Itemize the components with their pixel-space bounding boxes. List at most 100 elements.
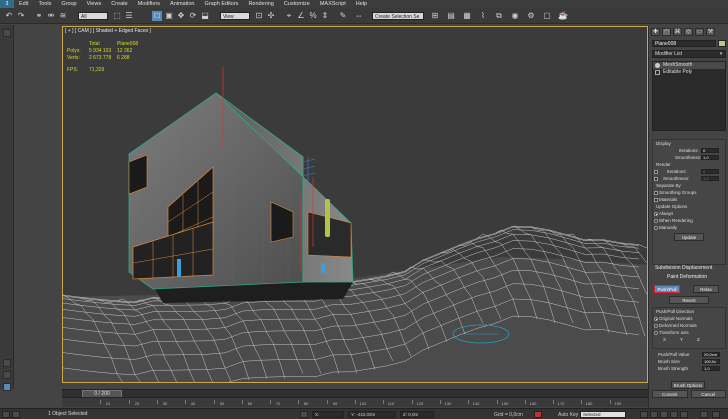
motion-tab-icon[interactable]: ◎	[684, 28, 693, 36]
rotate-icon[interactable]: ⟳	[188, 11, 198, 21]
lock-selection-icon[interactable]	[300, 411, 308, 418]
orbit-icon[interactable]	[712, 411, 720, 418]
render-smoothness-spinner[interactable]: 1,0	[701, 176, 719, 181]
modifier-stack[interactable]: MeshSmooth Editable Poly	[652, 61, 726, 131]
pivot-center-icon[interactable]: ⊡	[254, 11, 264, 21]
maxscript-mini-icon[interactable]	[12, 411, 20, 418]
layer-manager-icon[interactable]: ▤	[446, 11, 456, 21]
update-manually-radio[interactable]	[654, 226, 658, 230]
layout-tab-active[interactable]	[3, 383, 11, 391]
app-logo-icon[interactable]: 3	[0, 0, 14, 8]
brush-strength-spinner[interactable]: 1,0	[702, 366, 720, 371]
align-icon[interactable]: ⊞	[430, 11, 440, 21]
menu-item-graph-editors[interactable]: Graph Editors	[200, 1, 244, 7]
cancel-button[interactable]: Cancel	[690, 390, 726, 398]
stack-item-editable-poly[interactable]: Editable Poly	[653, 69, 725, 76]
redo-icon[interactable]: ↷	[16, 11, 26, 21]
object-name-field[interactable]: Plane008	[652, 40, 716, 47]
play-icon[interactable]	[660, 411, 668, 418]
camera-viewport[interactable]: [ + ] [ CAM ] [ Shaded + Edged Faces ] T…	[62, 26, 648, 383]
scale-icon[interactable]: ⬓	[200, 11, 210, 21]
menu-item-edit[interactable]: Edit	[14, 1, 33, 7]
smoothing-groups-checkbox[interactable]	[654, 191, 658, 195]
create-tab-icon[interactable]: ✚	[651, 28, 660, 36]
move-icon[interactable]: ✥	[176, 11, 186, 21]
original-normals-row[interactable]: Original Normals	[653, 315, 725, 322]
smoothing-groups-row[interactable]: Smoothing Groups	[653, 189, 725, 196]
rendered-frame-icon[interactable]: ▢	[542, 11, 552, 21]
deformed-normals-row[interactable]: Deformed Normals	[653, 322, 725, 329]
deformed-normals-radio[interactable]	[654, 324, 658, 328]
x-coordinate-field[interactable]: X:	[312, 411, 344, 418]
y-coordinate-field[interactable]: Y: -442,03m	[348, 411, 396, 418]
named-selection-icon[interactable]: ✎	[338, 11, 348, 21]
display-smoothness-spinner[interactable]: 1,0	[701, 155, 719, 160]
materials-checkbox[interactable]	[654, 198, 658, 202]
object-color-swatch[interactable]	[718, 40, 726, 47]
key-filter-dropdown[interactable]: Selected	[580, 411, 626, 418]
render-production-icon[interactable]: ☕	[558, 11, 568, 21]
modifier-list-dropdown[interactable]: Modifier List ▾	[652, 50, 726, 58]
display-iterations-spinner[interactable]: 0	[701, 148, 719, 153]
stack-item-meshsmooth[interactable]: MeshSmooth	[653, 62, 725, 69]
layout-tab-3[interactable]	[3, 371, 11, 379]
layout-tab-1[interactable]	[3, 29, 11, 37]
axis-z-radio[interactable]: Z	[697, 336, 700, 343]
select-manipulate-icon[interactable]: ✣	[266, 11, 276, 21]
render-smoothness-checkbox[interactable]	[654, 177, 658, 181]
next-frame-icon[interactable]	[670, 411, 678, 418]
render-iterations-spinner[interactable]: 0	[701, 169, 719, 174]
expand-box-icon[interactable]	[655, 70, 660, 75]
transform-axis-row[interactable]: Transform axis	[653, 329, 725, 336]
track-bar[interactable]: 10 20 30 40 50 60 70 80 90 100 110 120 130 140 150 160 1…	[62, 397, 648, 407]
update-always-row[interactable]: Always	[653, 210, 725, 217]
spinner-snap-icon[interactable]: ⇕	[320, 11, 330, 21]
mirror-icon[interactable]: ⇔	[354, 11, 364, 21]
lightbulb-icon[interactable]	[655, 63, 660, 68]
goto-start-icon[interactable]	[640, 411, 648, 418]
reference-coordinate-dropdown[interactable]: View	[220, 12, 250, 20]
goto-end-icon[interactable]	[680, 411, 688, 418]
rect-selection-icon[interactable]: □	[152, 11, 162, 21]
render-setup-icon[interactable]: ⚙	[526, 11, 536, 21]
maxscript-listener-icon[interactable]	[2, 411, 10, 418]
subdivision-displacement-rollout-title[interactable]: Subdivision Displacement	[655, 265, 712, 271]
snap-toggle-icon[interactable]: ⌖	[284, 11, 294, 21]
utilities-tab-icon[interactable]: ⚒	[706, 28, 715, 36]
hierarchy-tab-icon[interactable]: ⌘	[673, 28, 682, 36]
update-manually-row[interactable]: Manually	[653, 224, 725, 231]
push-pull-button[interactable]: Push/Pull	[654, 285, 680, 293]
menu-item-animation[interactable]: Animation	[165, 1, 199, 7]
update-when-rendering-row[interactable]: When Rendering	[653, 217, 725, 224]
undo-icon[interactable]: ↶	[4, 11, 14, 21]
axis-y-radio[interactable]: Y	[680, 336, 683, 343]
transform-axis-radio[interactable]	[654, 331, 658, 335]
z-coordinate-field[interactable]: Z: 0,0m	[400, 411, 434, 418]
relax-button[interactable]: Relax	[693, 285, 719, 293]
viewport-label[interactable]: [ + ] [ CAM ] [ Shaded + Edged Faces ]	[65, 28, 151, 34]
push-pull-value-spinner[interactable]: 20,0cm	[702, 352, 720, 357]
menu-item-customize[interactable]: Customize	[279, 1, 315, 7]
window-crossing-icon[interactable]: ▣	[164, 11, 174, 21]
paint-deformation-rollout-title[interactable]: Paint Deformation	[667, 274, 707, 280]
menu-item-maxscript[interactable]: MAXScript	[315, 1, 351, 7]
revert-button[interactable]: Revert	[669, 296, 709, 304]
named-selection-set-dropdown[interactable]: Create Selection Se	[372, 12, 424, 20]
auto-key-label[interactable]: Auto Key	[558, 412, 578, 418]
menu-item-views[interactable]: Views	[82, 1, 107, 7]
material-editor-icon[interactable]: ◉	[510, 11, 520, 21]
menu-item-tools[interactable]: Tools	[33, 1, 56, 7]
brush-size-spinner[interactable]: 100,0c	[702, 359, 720, 364]
time-slider[interactable]: 0 / 200	[62, 389, 648, 398]
curve-editor-icon[interactable]: ⌇	[478, 11, 488, 21]
percent-snap-icon[interactable]: %	[308, 11, 318, 21]
angle-snap-icon[interactable]: ∠	[296, 11, 306, 21]
layout-tab-2[interactable]	[3, 359, 11, 367]
materials-row[interactable]: Materials	[653, 196, 725, 203]
zoom-extents-icon[interactable]	[700, 411, 708, 418]
prev-frame-icon[interactable]	[650, 411, 658, 418]
menu-item-create[interactable]: Create	[106, 1, 133, 7]
selection-filter-dropdown[interactable]: All	[78, 12, 108, 20]
update-always-radio[interactable]	[654, 212, 658, 216]
menu-item-group[interactable]: Group	[56, 1, 81, 7]
